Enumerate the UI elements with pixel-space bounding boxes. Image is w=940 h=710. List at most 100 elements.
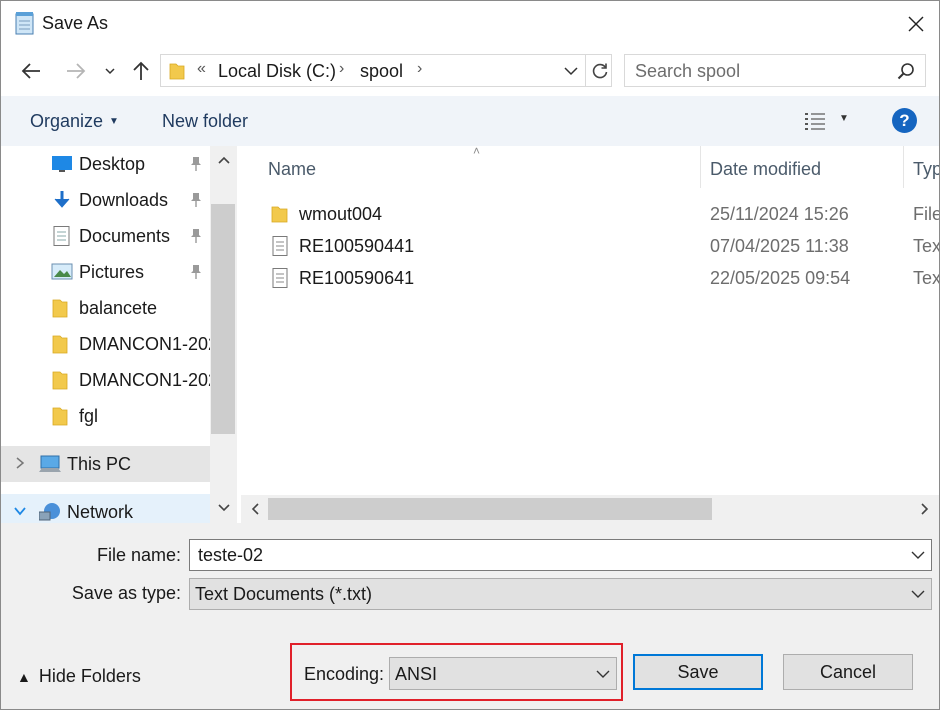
- view-options-caret-icon[interactable]: ▼: [839, 113, 849, 124]
- organize-label: Organize: [30, 111, 104, 131]
- search-input[interactable]: Search spool: [624, 54, 926, 87]
- recent-locations-button[interactable]: [96, 56, 124, 86]
- breadcrumb-separator-icon[interactable]: ›: [417, 60, 422, 78]
- sidebar-item-desktop[interactable]: Desktop: [1, 146, 210, 182]
- navigation-scrollbar[interactable]: [210, 146, 237, 523]
- chevron-down-icon: [564, 66, 578, 75]
- column-header-type[interactable]: Type: [913, 159, 939, 201]
- file-name-field[interactable]: teste-02: [189, 539, 932, 571]
- file-list: ˄ Name Date modified Type wmout004 25/11…: [241, 146, 939, 523]
- column-divider[interactable]: [700, 146, 701, 188]
- scroll-down-button[interactable]: [210, 498, 237, 518]
- arrow-left-icon: [21, 63, 40, 79]
- sidebar-item-label: DMANCON1-2025: [79, 370, 210, 390]
- pictures-icon: [51, 263, 73, 280]
- scroll-thumb[interactable]: [268, 498, 712, 520]
- organize-button[interactable]: Organize ▼: [30, 111, 119, 132]
- sidebar-item-network[interactable]: Network: [1, 494, 210, 523]
- encoding-label: Encoding:: [304, 664, 385, 684]
- scroll-up-button[interactable]: [210, 150, 237, 170]
- sidebar-item-documents[interactable]: Documents: [1, 218, 210, 254]
- cancel-button[interactable]: Cancel: [783, 654, 913, 690]
- sidebar-item-dmancon1-a[interactable]: DMANCON1-2025: [1, 326, 210, 362]
- horizontal-scrollbar[interactable]: [241, 495, 939, 523]
- chevron-right-icon[interactable]: [13, 455, 27, 471]
- column-divider[interactable]: [903, 146, 904, 188]
- arrow-up-icon: [133, 61, 149, 80]
- breadcrumb-overflow[interactable]: «: [197, 60, 206, 78]
- file-name-label: File name:: [96, 545, 181, 565]
- scroll-thumb[interactable]: [211, 204, 235, 434]
- folder-icon: [52, 407, 68, 426]
- sort-ascending-icon: ˄: [473, 146, 481, 158]
- documents-icon: [53, 226, 70, 246]
- hide-folders-label: Hide Folders: [38, 666, 141, 686]
- chevron-down-icon: [105, 68, 115, 75]
- text-file-icon: [272, 236, 288, 256]
- pin-icon[interactable]: [189, 228, 203, 244]
- chevron-right-icon: [921, 503, 929, 515]
- pin-icon[interactable]: [189, 192, 203, 208]
- network-icon: [39, 503, 60, 521]
- details-view-icon[interactable]: [804, 111, 826, 131]
- command-bar: Organize ▼ New folder ▼ ?: [1, 96, 939, 146]
- back-button[interactable]: [16, 56, 46, 86]
- address-history-button[interactable]: [559, 55, 583, 86]
- address-bar[interactable]: « Local Disk (C:) › spool ›: [160, 54, 612, 87]
- file-type: Text Document: [913, 268, 939, 288]
- folder-icon: [271, 206, 288, 223]
- search-icon: [897, 63, 914, 80]
- window-title: Save As: [42, 13, 109, 33]
- close-icon: [908, 16, 924, 31]
- close-button[interactable]: [893, 1, 939, 46]
- folder-icon: [169, 63, 185, 80]
- scroll-left-button[interactable]: [245, 499, 265, 519]
- chevron-down-icon: [596, 670, 610, 678]
- refresh-button[interactable]: [585, 55, 613, 86]
- new-folder-button[interactable]: New folder: [162, 111, 248, 132]
- table-row[interactable]: RE100590641 22/05/2025 09:54 Text Docume…: [241, 262, 939, 294]
- folder-icon: [52, 299, 68, 318]
- save-type-select[interactable]: Text Documents (*.txt): [189, 578, 932, 610]
- file-type: File folder: [913, 204, 939, 224]
- encoding-select[interactable]: ANSI: [389, 657, 617, 690]
- breadcrumb-spool[interactable]: spool: [360, 61, 403, 82]
- help-icon[interactable]: ?: [892, 108, 917, 133]
- encoding-value: ANSI: [395, 664, 438, 684]
- file-name: RE100590441: [299, 236, 415, 256]
- sidebar-item-pictures[interactable]: Pictures: [1, 254, 210, 290]
- column-header-name[interactable]: Name: [268, 159, 316, 201]
- title-bar: Save As: [1, 1, 939, 46]
- sidebar-item-label: This PC: [67, 454, 132, 474]
- breadcrumb-separator-icon[interactable]: ›: [339, 60, 344, 78]
- hide-folders-button[interactable]: ▲ Hide Folders: [17, 666, 141, 687]
- sidebar-item-balancete[interactable]: balancete: [1, 290, 210, 326]
- table-row[interactable]: wmout004 25/11/2024 15:26 File folder: [241, 198, 939, 230]
- file-date: 25/11/2024 15:26: [710, 204, 849, 224]
- chevron-down-icon[interactable]: [13, 503, 27, 519]
- folder-icon: [52, 335, 68, 354]
- scroll-right-button[interactable]: [915, 499, 935, 519]
- sidebar-item-this-pc[interactable]: This PC: [1, 446, 210, 482]
- sidebar-item-fgl[interactable]: fgl: [1, 398, 210, 434]
- pin-icon[interactable]: [189, 264, 203, 280]
- encoding-highlight: Encoding: ANSI: [290, 643, 623, 701]
- chevron-left-icon: [251, 503, 259, 515]
- navigation-pane: Desktop Downloads Documents Pictures bal…: [1, 146, 237, 523]
- pin-icon[interactable]: [189, 156, 203, 172]
- column-header-date[interactable]: Date modified: [710, 159, 821, 201]
- folder-icon: [52, 371, 68, 390]
- save-type-value: Text Documents (*.txt): [195, 584, 373, 604]
- sidebar-item-downloads[interactable]: Downloads: [1, 182, 210, 218]
- arrow-right-icon: [67, 63, 86, 79]
- refresh-icon: [592, 63, 607, 78]
- chevron-down-icon[interactable]: [911, 548, 925, 562]
- table-row[interactable]: RE100590441 07/04/2025 11:38 Text Docume…: [241, 230, 939, 262]
- save-button[interactable]: Save: [633, 654, 763, 690]
- forward-button[interactable]: [61, 56, 91, 86]
- sidebar-item-dmancon1-b[interactable]: DMANCON1-2025: [1, 362, 210, 398]
- breadcrumb-local-disk[interactable]: Local Disk (C:): [218, 61, 336, 82]
- chevron-down-icon: [911, 590, 925, 598]
- up-button[interactable]: [126, 56, 156, 86]
- sidebar-item-label: balancete: [79, 298, 158, 318]
